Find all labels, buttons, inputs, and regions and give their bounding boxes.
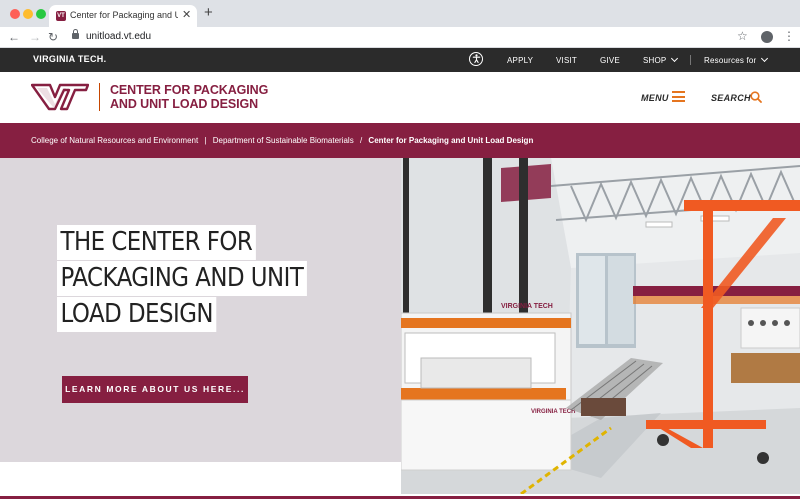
breadcrumb-item-current: Center for Packaging and Unit Load Desig… (368, 136, 534, 145)
global-nav-shop[interactable]: SHOP (643, 54, 679, 65)
breadcrumb-separator: | (204, 136, 207, 145)
browser-tab-strip: VT Center for Packaging and Unit L ✕ + (0, 0, 800, 27)
hero-headline: THE CENTER FOR PACKAGING AND UNIT LOAD D… (57, 225, 317, 333)
search-icon[interactable] (750, 91, 762, 103)
chevron-down-icon (761, 54, 769, 63)
global-nav-resources-label: Resources for (704, 56, 757, 65)
hero-spacer (0, 462, 401, 498)
global-nav-bar: VIRGINIA TECH. APPLY VISIT GIVE SHOP Res… (0, 48, 800, 72)
footer-accent-rule (0, 496, 800, 503)
maximize-window-button[interactable] (36, 9, 46, 19)
global-nav-visit[interactable]: VISIT (556, 56, 577, 65)
breadcrumb-item-college[interactable]: College of Natural Resources and Environ… (31, 136, 198, 145)
minimize-window-button[interactable] (23, 9, 33, 19)
site-header: CENTER FOR PACKAGING AND UNIT LOAD DESIG… (0, 72, 800, 123)
tab-title: Center for Packaging and Unit L (70, 10, 178, 20)
hamburger-icon[interactable] (672, 91, 685, 102)
hero-headline-line1: THE CENTER FOR (57, 225, 256, 260)
global-nav-apply[interactable]: APPLY (507, 56, 533, 65)
global-nav-divider (690, 55, 691, 65)
vt-logo-icon[interactable] (31, 83, 89, 111)
lock-icon[interactable] (72, 29, 79, 39)
accessibility-icon[interactable] (469, 52, 483, 66)
virginia-tech-wordmark[interactable]: VIRGINIA TECH. (33, 54, 106, 64)
profile-icon[interactable] (761, 31, 773, 43)
tab-close-icon[interactable]: ✕ (182, 8, 191, 21)
vt-favicon-icon: VT (56, 11, 66, 21)
global-nav-give[interactable]: GIVE (600, 56, 620, 65)
kebab-menu-icon[interactable]: ⋮ (783, 29, 795, 43)
breadcrumb-item-department[interactable]: Department of Sustainable Biomaterials (213, 136, 354, 145)
photo-sign-vt: VIRGINIA TECH (501, 303, 553, 310)
back-arrow-icon[interactable]: ← (8, 29, 20, 45)
site-title-line2: AND UNIT LOAD DESIGN (110, 97, 259, 111)
hero-headline-line2: PACKAGING AND UNIT (57, 261, 307, 296)
site-title[interactable]: CENTER FOR PACKAGING AND UNIT LOAD DESIG… (110, 83, 268, 111)
breadcrumb-separator: / (359, 136, 363, 145)
browser-tab[interactable]: VT Center for Packaging and Unit L ✕ (49, 5, 197, 27)
chevron-down-icon (671, 54, 679, 63)
hero-lab-photo: VIRGINIA TECH VIRGINIA TECH (401, 158, 800, 494)
new-tab-button[interactable]: + (204, 5, 213, 21)
logo-divider (99, 83, 100, 111)
forward-arrow-icon[interactable]: → (29, 29, 41, 45)
breadcrumb: College of Natural Resources and Environ… (31, 136, 533, 145)
hero-headline-line3: LOAD DESIGN (57, 297, 217, 332)
breadcrumb-bar: College of Natural Resources and Environ… (0, 123, 800, 158)
site-title-line1: CENTER FOR PACKAGING (110, 83, 269, 97)
search-button[interactable]: SEARCH (711, 93, 751, 103)
browser-toolbar: ← → ↻ unitload.vt.edu ☆ ⋮ (0, 27, 800, 48)
star-icon[interactable]: ☆ (737, 29, 748, 43)
global-nav-shop-label: SHOP (643, 56, 667, 65)
address-bar-url[interactable]: unitload.vt.edu (86, 31, 151, 42)
reload-icon[interactable]: ↻ (48, 29, 58, 45)
photo-sign-vt-2: VIRGINIA TECH (531, 409, 575, 415)
learn-more-button[interactable]: LEARN MORE ABOUT US HERE... (62, 376, 248, 403)
global-nav-resources[interactable]: Resources for (704, 54, 769, 65)
close-window-button[interactable] (10, 9, 20, 19)
menu-button[interactable]: MENU (641, 93, 669, 103)
